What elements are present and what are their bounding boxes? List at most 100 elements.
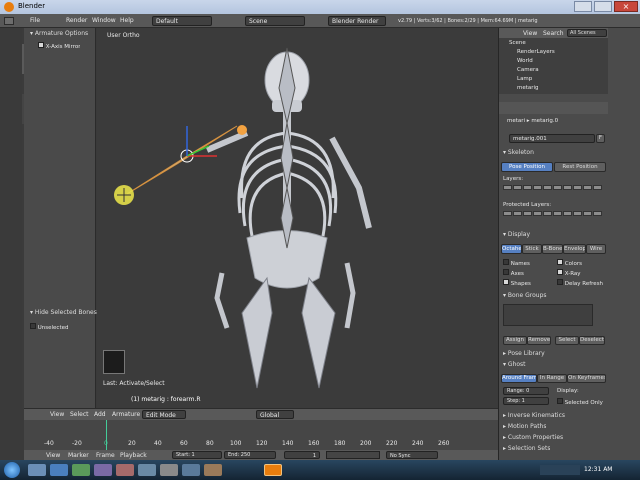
colors-checkbox[interactable] [557, 259, 563, 265]
editor-type-icon[interactable] [4, 17, 14, 25]
media-icon[interactable] [72, 464, 90, 476]
outliner-item[interactable]: Lamp [517, 76, 532, 82]
start-button-icon[interactable] [4, 462, 20, 478]
xray-checkbox[interactable] [557, 269, 563, 275]
pose-library-header[interactable]: ▸ Pose Library [503, 350, 545, 357]
hide-selected-header[interactable]: ▾ Hide Selected Bones [30, 309, 97, 316]
app-icon[interactable] [182, 464, 200, 476]
around-frame-button[interactable]: Around Frame [501, 374, 537, 383]
armature-options-header[interactable]: ▾ Armature Options [30, 30, 88, 37]
app-icon[interactable] [138, 464, 156, 476]
skeleton-header[interactable]: ▾ Skeleton [503, 149, 534, 156]
xaxis-mirror-checkbox[interactable] [38, 42, 44, 48]
wire-button[interactable]: Wire [586, 244, 606, 254]
menu-window[interactable]: Window [92, 17, 116, 24]
bone-groups-list[interactable] [503, 304, 593, 326]
scene-selector[interactable]: Scene [245, 16, 305, 26]
outliner-search-menu[interactable]: Search [543, 30, 564, 37]
menu-add[interactable]: Add [94, 411, 106, 418]
current-frame-field[interactable]: 1 [284, 451, 320, 459]
selected-only-checkbox[interactable] [557, 398, 563, 404]
axes-checkbox[interactable] [503, 269, 509, 275]
colors-row[interactable]: Colors [557, 259, 582, 267]
selection-sets-header[interactable]: ▸ Selection Sets [503, 445, 550, 452]
minimize-button[interactable] [574, 1, 592, 12]
outliner-item[interactable]: RenderLayers [517, 49, 555, 55]
outliner-item[interactable]: Scene [509, 40, 526, 46]
skeleton-model[interactable] [97, 28, 498, 408]
shapes-row[interactable]: Shapes [503, 279, 531, 287]
properties-tab-strip[interactable] [499, 102, 609, 114]
outliner-item[interactable]: metarig [517, 85, 539, 91]
bbone-button[interactable]: B-Bone [542, 244, 563, 254]
inverse-kinematics-header[interactable]: ▸ Inverse Kinematics [503, 412, 565, 419]
pose-position-button[interactable]: Pose Position [501, 162, 553, 172]
menu-view[interactable]: View [50, 411, 64, 418]
bone-groups-header[interactable]: ▾ Bone Groups [503, 292, 547, 299]
end-frame-field[interactable]: End: 250 [224, 451, 276, 459]
on-keyframes-button[interactable]: On Keyframes [567, 374, 606, 383]
layout-selector[interactable]: Default [152, 16, 212, 26]
unselected-row[interactable]: Unselected [30, 323, 68, 331]
envelope-button[interactable]: Envelop [563, 244, 586, 254]
app-icon[interactable] [204, 464, 222, 476]
explorer-icon[interactable] [28, 464, 46, 476]
motion-paths-header[interactable]: ▸ Motion Paths [503, 423, 546, 430]
outliner-item[interactable]: Camera [517, 67, 539, 73]
playhead[interactable] [106, 420, 107, 450]
remove-button[interactable]: Remove [527, 336, 551, 345]
app-icon[interactable] [94, 464, 112, 476]
maximize-button[interactable] [594, 1, 612, 12]
names-checkbox[interactable] [503, 259, 509, 265]
timeline-area[interactable]: -40 -20 0 20 40 60 80 100 120 140 160 18… [24, 420, 498, 450]
menu-frame[interactable]: Frame [96, 452, 115, 459]
close-button[interactable]: × [614, 1, 638, 12]
menu-file[interactable]: File [30, 17, 40, 24]
layers-grid[interactable] [503, 185, 602, 190]
axes-row[interactable]: Axes [503, 269, 524, 277]
browser-icon[interactable] [50, 464, 68, 476]
blender-taskbar-icon[interactable] [264, 464, 282, 476]
menu-render[interactable]: Render [66, 17, 87, 24]
assign-button[interactable]: Assign [503, 336, 527, 345]
menu-help[interactable]: Help [120, 17, 134, 24]
ghost-range-field[interactable]: Range: 0 [503, 387, 549, 395]
sync-selector[interactable]: No Sync [386, 451, 438, 459]
orientation-selector[interactable]: Global [256, 410, 294, 419]
outliner-tree[interactable]: Scene RenderLayers World Camera Lamp met… [499, 38, 609, 94]
protected-layers-grid[interactable] [503, 211, 602, 216]
selected-only-row[interactable]: Selected Only [557, 398, 603, 406]
menu-view-timeline[interactable]: View [46, 452, 60, 459]
delay-refresh-row[interactable]: Delay Refresh [557, 279, 603, 287]
menu-armature[interactable]: Armature [112, 411, 140, 418]
stick-button[interactable]: Stick [522, 244, 542, 254]
menu-marker[interactable]: Marker [68, 452, 89, 459]
deselect-button[interactable]: Deselect [579, 336, 605, 345]
names-row[interactable]: Names [503, 259, 530, 267]
outliner-item[interactable]: World [517, 58, 533, 64]
mode-selector[interactable]: Edit Mode [142, 410, 186, 419]
playback-controls[interactable] [326, 451, 380, 459]
ghost-step-field[interactable]: Step: 1 [503, 397, 549, 405]
xaxis-mirror-row[interactable]: X-Axis Mirror [38, 42, 80, 50]
select-button[interactable]: Select [555, 336, 579, 345]
3d-viewport[interactable]: User Ortho Last: Activate/Select (1) met… [97, 28, 498, 408]
outliner-view-menu[interactable]: View [523, 30, 537, 37]
in-range-button[interactable]: In Range [537, 374, 567, 383]
app-icon[interactable] [116, 464, 134, 476]
fake-user-button[interactable]: F [596, 134, 605, 143]
render-engine-selector[interactable]: Blender Render [328, 16, 386, 26]
outliner-display-mode[interactable]: All Scenes [567, 29, 607, 37]
shapes-checkbox[interactable] [503, 279, 509, 285]
menu-select[interactable]: Select [70, 411, 89, 418]
ghost-header[interactable]: ▾ Ghost [503, 361, 526, 368]
unselected-checkbox[interactable] [30, 323, 36, 329]
custom-properties-header[interactable]: ▸ Custom Properties [503, 434, 563, 441]
start-frame-field[interactable]: Start: 1 [172, 451, 222, 459]
rest-position-button[interactable]: Rest Position [554, 162, 606, 172]
app-icon[interactable] [160, 464, 178, 476]
display-header[interactable]: ▾ Display [503, 231, 530, 238]
octahedral-button[interactable]: Octahe [501, 244, 522, 254]
xray-row[interactable]: X-Ray [557, 269, 581, 277]
armature-datablock[interactable]: metarig.001 [509, 134, 595, 143]
